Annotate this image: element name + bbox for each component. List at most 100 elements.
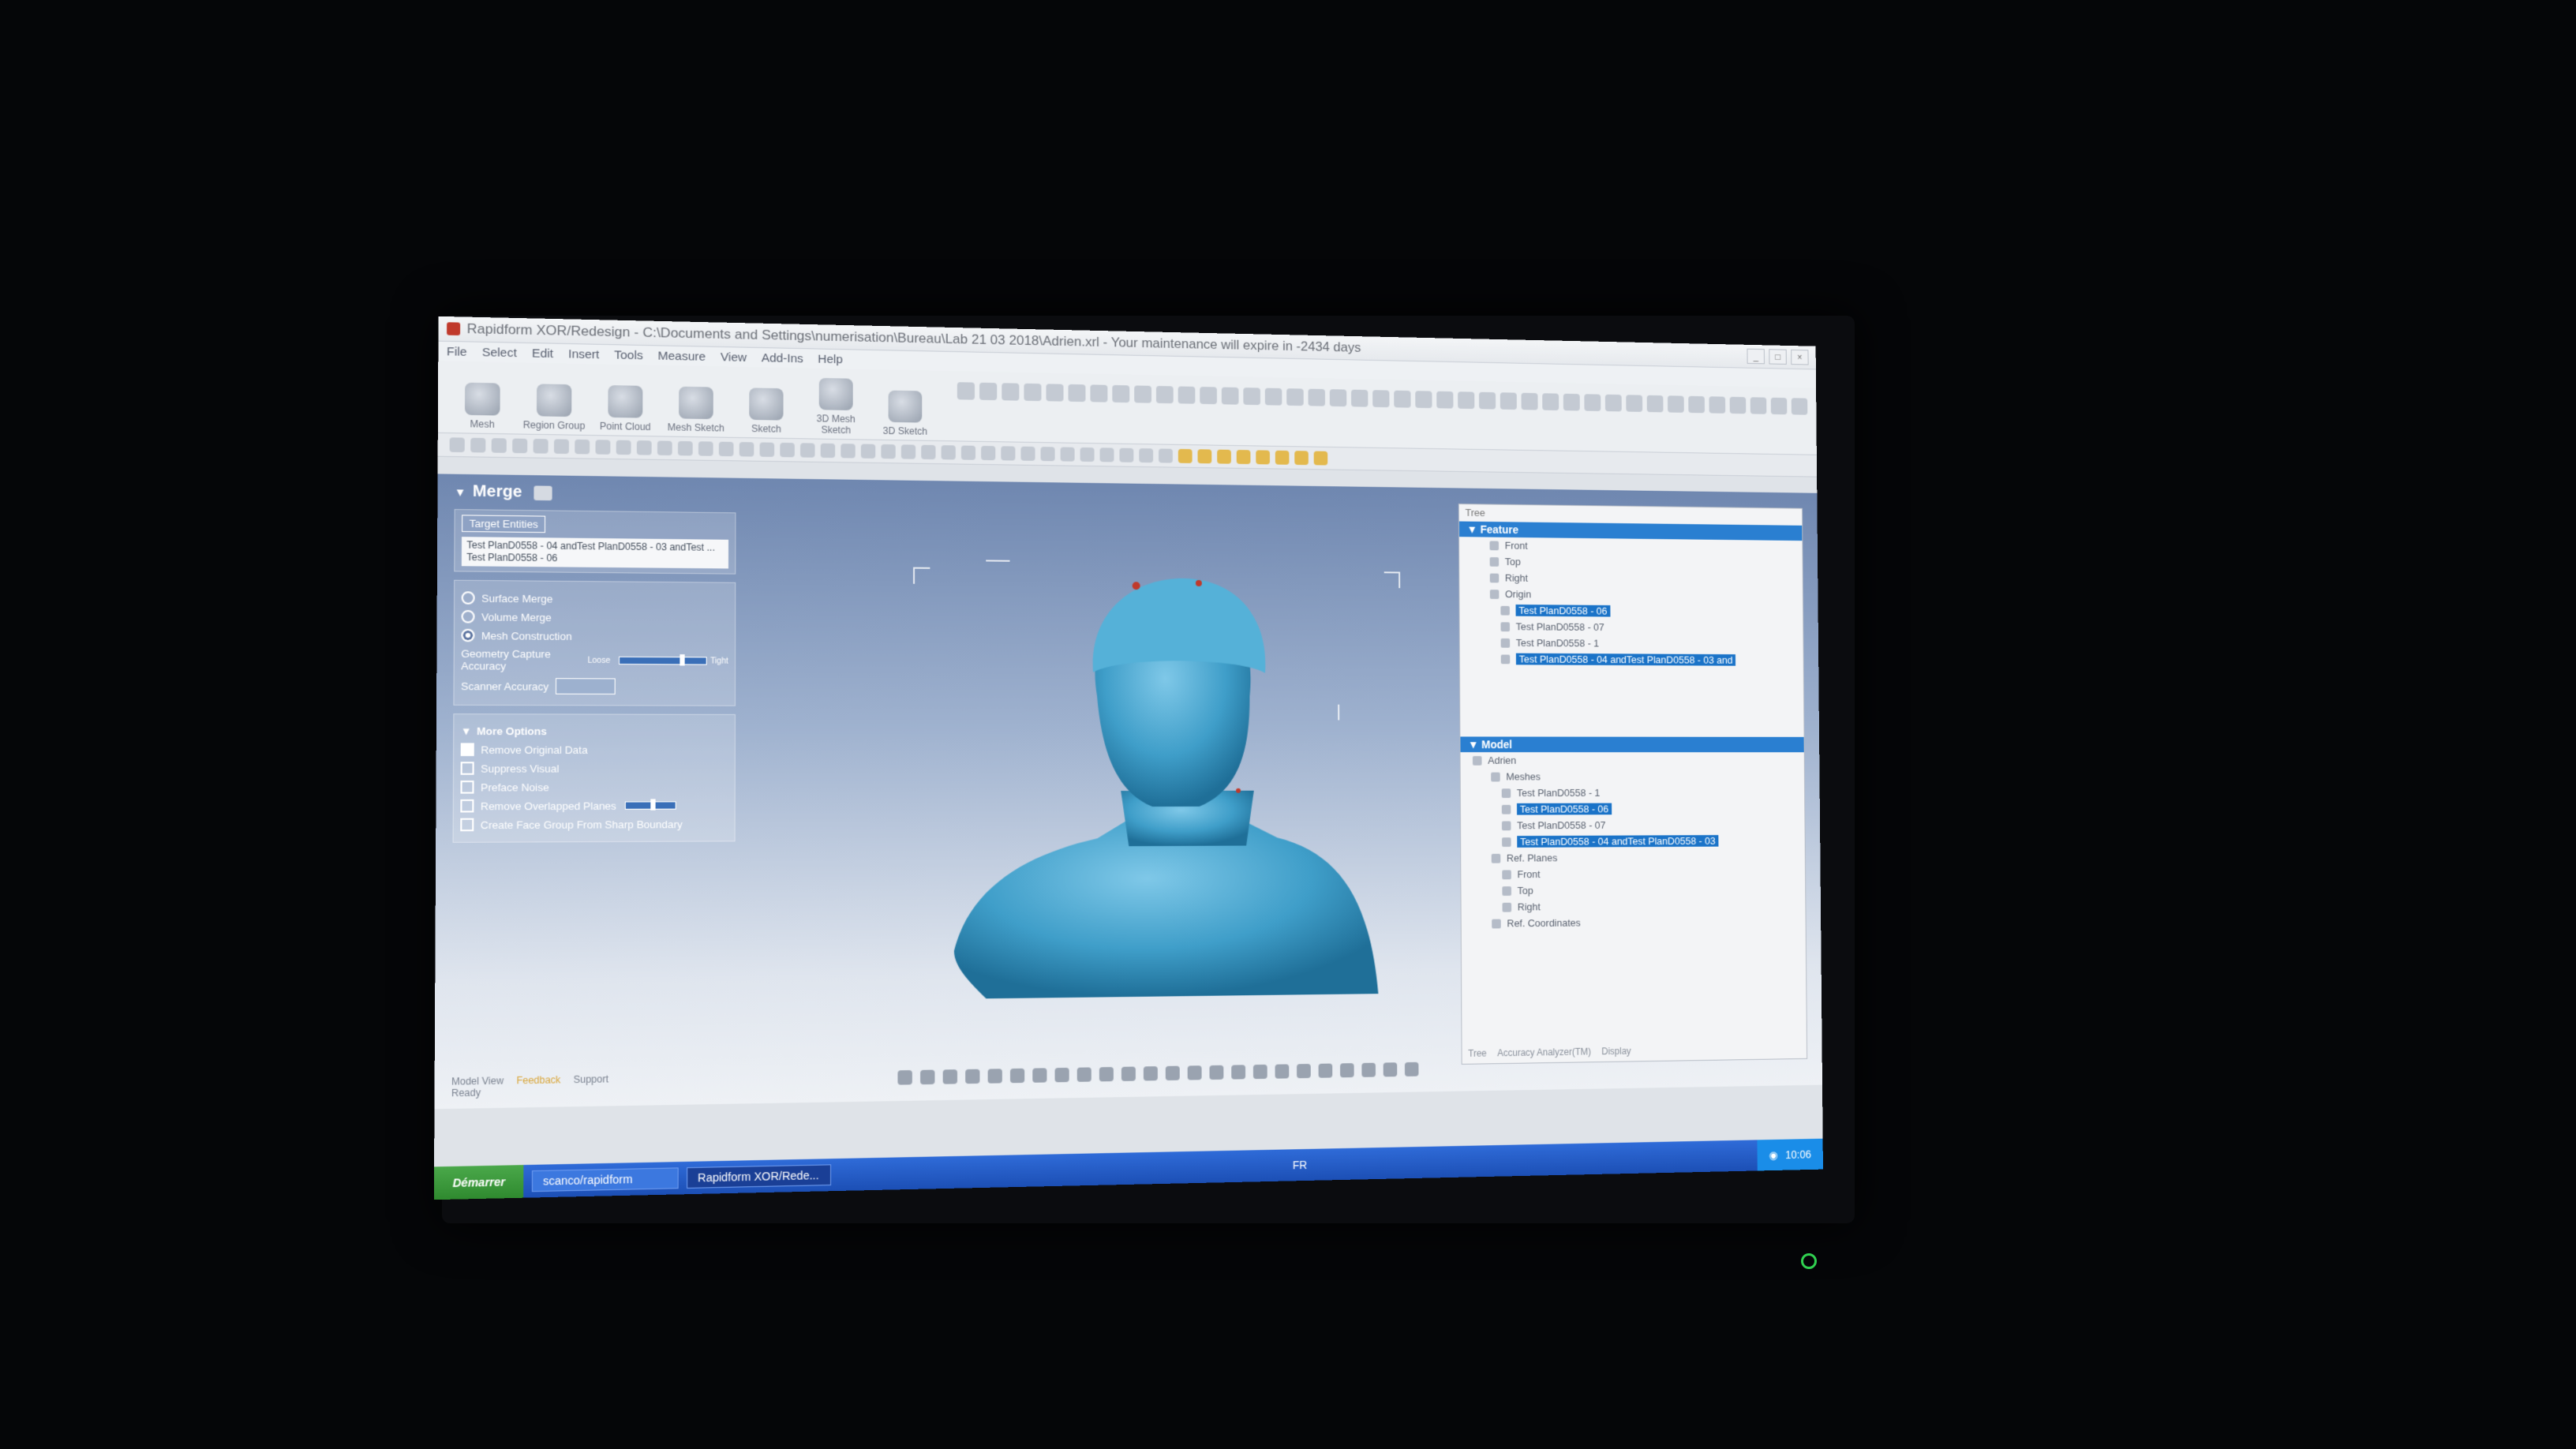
tool-icon[interactable] — [1330, 389, 1346, 406]
checkbox[interactable] — [461, 743, 474, 756]
model-tree-item[interactable]: Test PlanD0558 - 06 — [1461, 800, 1805, 818]
tool-icon[interactable] — [1231, 1065, 1245, 1079]
tool-icon[interactable] — [1688, 396, 1705, 414]
menu-measure[interactable]: Measure — [658, 349, 706, 363]
tool-icon[interactable] — [942, 445, 956, 459]
tree-footer-tab[interactable]: Accuracy Analyzer(TM) — [1497, 1046, 1591, 1059]
select-filter-icon[interactable] — [1314, 451, 1328, 466]
menu-file[interactable]: File — [447, 344, 467, 358]
tool-icon[interactable] — [1010, 1069, 1024, 1084]
ribbon-point-cloud-button[interactable]: Point Cloud — [591, 385, 659, 433]
tool-icon[interactable] — [861, 444, 875, 459]
scanner-accuracy-spinner[interactable] — [556, 678, 616, 695]
model-tree-item[interactable]: Test PlanD0558 - 1 — [1461, 784, 1805, 801]
tool-icon[interactable] — [1542, 393, 1559, 410]
ribbon-mesh-sketch-button[interactable]: Mesh Sketch — [662, 386, 729, 433]
tool-icon[interactable] — [1001, 446, 1015, 460]
tool-icon[interactable] — [1200, 387, 1217, 404]
model-tree-item[interactable]: Ref. Planes — [1461, 848, 1805, 867]
menu-insert[interactable]: Insert — [568, 347, 599, 361]
tool-icon[interactable] — [1178, 387, 1196, 404]
taskbar-task-active[interactable]: Rapidform XOR/Rede... — [687, 1164, 831, 1189]
tool-icon[interactable] — [1144, 1066, 1158, 1080]
tool-icon[interactable] — [554, 439, 569, 454]
tool-icon[interactable] — [1090, 384, 1107, 402]
tool-icon[interactable] — [979, 383, 997, 400]
tool-icon[interactable] — [739, 442, 754, 457]
tool-icon[interactable] — [1563, 394, 1580, 411]
tool-icon[interactable] — [981, 446, 995, 460]
menu-view[interactable]: View — [721, 350, 747, 365]
scanned-bust-mesh[interactable] — [897, 552, 1447, 999]
tool-icon[interactable] — [841, 444, 855, 458]
tool-icon[interactable] — [780, 443, 795, 458]
mesh-construction-option[interactable]: Mesh Construction — [461, 629, 728, 643]
tray-icon[interactable]: ◉ — [1769, 1148, 1778, 1162]
select-filter-icon[interactable] — [1275, 451, 1290, 465]
tool-icon[interactable] — [1134, 385, 1151, 402]
tool-icon[interactable] — [1436, 391, 1453, 409]
menu-tools[interactable]: Tools — [614, 348, 643, 362]
checkbox[interactable] — [461, 762, 474, 775]
menu-select[interactable]: Select — [482, 345, 517, 359]
tool-icon[interactable] — [1394, 391, 1410, 408]
tool-icon[interactable] — [1159, 448, 1173, 462]
tool-icon[interactable] — [616, 440, 631, 455]
select-filter-icon[interactable] — [1178, 449, 1193, 463]
tool-icon[interactable] — [450, 437, 465, 452]
tool-icon[interactable] — [988, 1069, 1002, 1084]
tool-icon[interactable] — [1771, 398, 1788, 415]
feature-tree-item[interactable]: Test PlanD0558 - 07 — [1460, 618, 1803, 636]
tool-icon[interactable] — [492, 438, 507, 453]
tree-footer-tab[interactable]: Tree — [1468, 1048, 1486, 1059]
tool-icon[interactable] — [920, 1070, 934, 1085]
tool-icon[interactable] — [1253, 1065, 1267, 1079]
target-list[interactable]: Test PlanD0558 - 04 andTest PlanD0558 - … — [462, 537, 728, 568]
tool-icon[interactable] — [1792, 398, 1808, 414]
tool-icon[interactable] — [1297, 1064, 1311, 1078]
tool-icon[interactable] — [1405, 1062, 1419, 1076]
model-tree-item[interactable]: Front — [1461, 864, 1805, 882]
tool-icon[interactable] — [1032, 1068, 1046, 1083]
tool-icon[interactable] — [1055, 1068, 1069, 1082]
menu-edit[interactable]: Edit — [532, 346, 553, 361]
tool-icon[interactable] — [1351, 390, 1368, 407]
tool-icon[interactable] — [1319, 1064, 1333, 1078]
tool-icon[interactable] — [1166, 1066, 1180, 1080]
collapse-icon[interactable]: ▼ — [461, 725, 472, 738]
select-filter-icon[interactable] — [1217, 450, 1231, 464]
tool-icon[interactable] — [1605, 395, 1622, 412]
radio[interactable] — [461, 629, 474, 642]
tool-icon[interactable] — [1080, 447, 1095, 462]
tool-icon[interactable] — [1340, 1063, 1354, 1077]
overlap-slider[interactable] — [624, 801, 676, 809]
remove-overlapped-option[interactable]: Remove Overlapped Planes — [460, 799, 728, 812]
tool-icon[interactable] — [470, 438, 485, 453]
tab-model-view[interactable]: Model View — [451, 1075, 504, 1088]
radio[interactable] — [462, 591, 475, 605]
ribbon-sketch-button[interactable]: Sketch — [733, 388, 800, 435]
tool-icon[interactable] — [1061, 447, 1075, 461]
checkbox[interactable] — [460, 818, 474, 832]
collapse-icon[interactable]: ▼ — [1467, 523, 1481, 536]
surface-merge-option[interactable]: Surface Merge — [462, 591, 728, 606]
face-group-option[interactable]: Create Face Group From Sharp Boundary — [460, 818, 728, 832]
ribbon-3d-mesh-sketch-button[interactable]: 3D Mesh Sketch — [803, 377, 869, 436]
tool-icon[interactable] — [821, 444, 835, 458]
tool-icon[interactable] — [1647, 395, 1664, 413]
tool-icon[interactable] — [1222, 388, 1239, 405]
tool-icon[interactable] — [1668, 395, 1684, 413]
language-indicator[interactable]: FR — [1293, 1159, 1307, 1171]
ribbon-mesh-button[interactable]: Mesh — [448, 382, 517, 430]
model-tree-item[interactable]: Meshes — [1461, 768, 1804, 784]
tool-icon[interactable] — [1479, 392, 1496, 410]
tool-icon[interactable] — [957, 382, 975, 399]
tool-icon[interactable] — [1046, 384, 1063, 401]
tool-icon[interactable] — [1002, 383, 1019, 400]
tool-icon[interactable] — [1626, 395, 1642, 412]
tool-icon[interactable] — [1100, 447, 1114, 462]
remove-original-option[interactable]: Remove Original Data — [461, 743, 728, 756]
tool-icon[interactable] — [1709, 396, 1725, 414]
tool-icon[interactable] — [1584, 394, 1601, 411]
select-filter-icon[interactable] — [1294, 451, 1309, 465]
